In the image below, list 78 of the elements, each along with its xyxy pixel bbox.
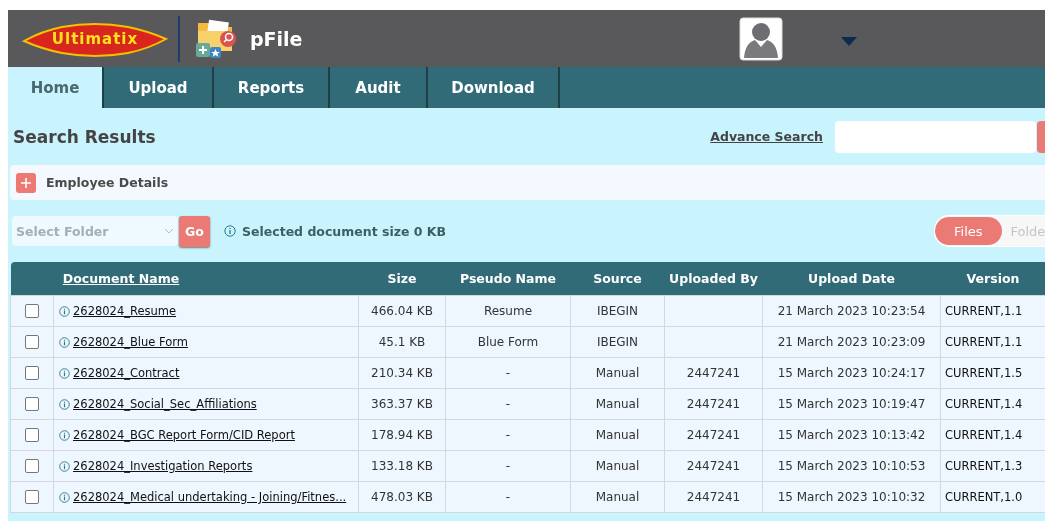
column-header: Size <box>387 271 417 286</box>
row-checkbox[interactable] <box>25 335 39 350</box>
table-cell: CURRENT,1.4 <box>945 397 1023 411</box>
table-cell: 210.34 KB <box>371 366 433 380</box>
row-checkbox[interactable] <box>25 459 39 474</box>
column-header: Upload Date <box>808 271 895 286</box>
table-cell: 2447241 <box>686 366 741 380</box>
table-cell: 21 March 2023 10:23:54 <box>777 304 926 318</box>
column-header: Version <box>966 271 1020 286</box>
table-cell: 478.03 KB <box>371 490 433 504</box>
table-cell: Manual <box>595 397 640 411</box>
table-cell: 2447241 <box>686 428 741 442</box>
avatar-icon[interactable] <box>738 16 783 61</box>
row-checkbox[interactable] <box>25 304 39 319</box>
table-cell: 15 March 2023 10:24:17 <box>777 366 926 380</box>
table-cell: Manual <box>595 490 640 504</box>
page-title: Search Results <box>13 126 156 147</box>
table-cell: 2447241 <box>686 459 741 473</box>
column-header-link[interactable]: Document Name <box>62 271 180 286</box>
chevron-icon <box>164 228 174 234</box>
table-cell: Blue Form <box>477 335 539 349</box>
table-cell: 21 March 2023 10:23:09 <box>777 335 926 349</box>
plus-icon <box>21 177 31 188</box>
table-cell: 2447241 <box>686 397 741 411</box>
expand-button[interactable] <box>16 172 36 193</box>
document-link[interactable]: 2628024_Resume <box>73 304 177 318</box>
table-cell: CURRENT,1.1 <box>945 304 1023 318</box>
table-cell: 15 March 2023 10:10:32 <box>777 490 926 504</box>
search-field[interactable] <box>835 120 1036 153</box>
selected-size-text: Selected document size 0 KB <box>242 223 447 239</box>
table-cell: 363.37 KB <box>371 397 433 411</box>
info-icon[interactable] <box>59 367 70 379</box>
info-icon[interactable] <box>59 491 70 503</box>
column-header: Source <box>593 271 642 286</box>
column-header: Uploaded By <box>669 271 758 286</box>
table-cell: - <box>505 366 511 380</box>
search-button[interactable] <box>1037 120 1045 153</box>
row-checkbox[interactable] <box>25 397 39 412</box>
info-icon <box>224 225 236 237</box>
column-header: Pseudo Name <box>459 271 556 286</box>
table-cell: Resume <box>483 304 533 318</box>
info-icon[interactable] <box>59 305 70 317</box>
caret-icon[interactable] <box>840 37 857 46</box>
table-cell: - <box>505 428 511 442</box>
app-title: pFile <box>250 27 303 50</box>
table-cell: Manual <box>595 366 640 380</box>
info-icon[interactable] <box>59 460 70 472</box>
document-link[interactable]: 2628024_Blue Form <box>73 335 189 349</box>
table-cell: CURRENT,1.3 <box>945 459 1023 473</box>
table-cell: CURRENT,1.0 <box>945 490 1023 504</box>
info-icon[interactable] <box>59 336 70 348</box>
table-cell: 15 March 2023 10:10:53 <box>777 459 926 473</box>
row-checkbox[interactable] <box>25 428 39 443</box>
table-cell: - <box>505 397 511 411</box>
table-cell: IBEGIN <box>596 304 639 318</box>
row-checkbox[interactable] <box>25 490 39 505</box>
document-link[interactable]: 2628024_Contract <box>73 366 180 380</box>
row-checkbox[interactable] <box>25 366 39 381</box>
table-cell: CURRENT,1.1 <box>945 335 1023 349</box>
table-cell: 466.04 KB <box>371 304 433 318</box>
table-cell: CURRENT,1.4 <box>945 428 1023 442</box>
employee-details-label: Employee Details <box>46 175 169 190</box>
info-icon[interactable] <box>59 429 70 441</box>
table-cell: 133.18 KB <box>371 459 433 473</box>
advance-search-link[interactable]: Advance Search <box>710 129 823 144</box>
info-icon[interactable] <box>59 398 70 410</box>
table-cell: - <box>505 490 511 504</box>
table-cell: 2447241 <box>686 490 741 504</box>
table-cell: CURRENT,1.5 <box>945 366 1023 380</box>
table-cell: Manual <box>595 428 640 442</box>
table-cell: 45.1 KB <box>378 335 426 349</box>
table-cell: Manual <box>595 459 640 473</box>
table-cell: IBEGIN <box>596 335 639 349</box>
table-cell: 15 March 2023 10:19:47 <box>777 397 926 411</box>
table-cell: 178.94 KB <box>371 428 433 442</box>
nav-tab[interactable]: Home <box>8 67 104 108</box>
table-cell: - <box>505 459 511 473</box>
table-cell: 15 March 2023 10:13:42 <box>777 428 926 442</box>
